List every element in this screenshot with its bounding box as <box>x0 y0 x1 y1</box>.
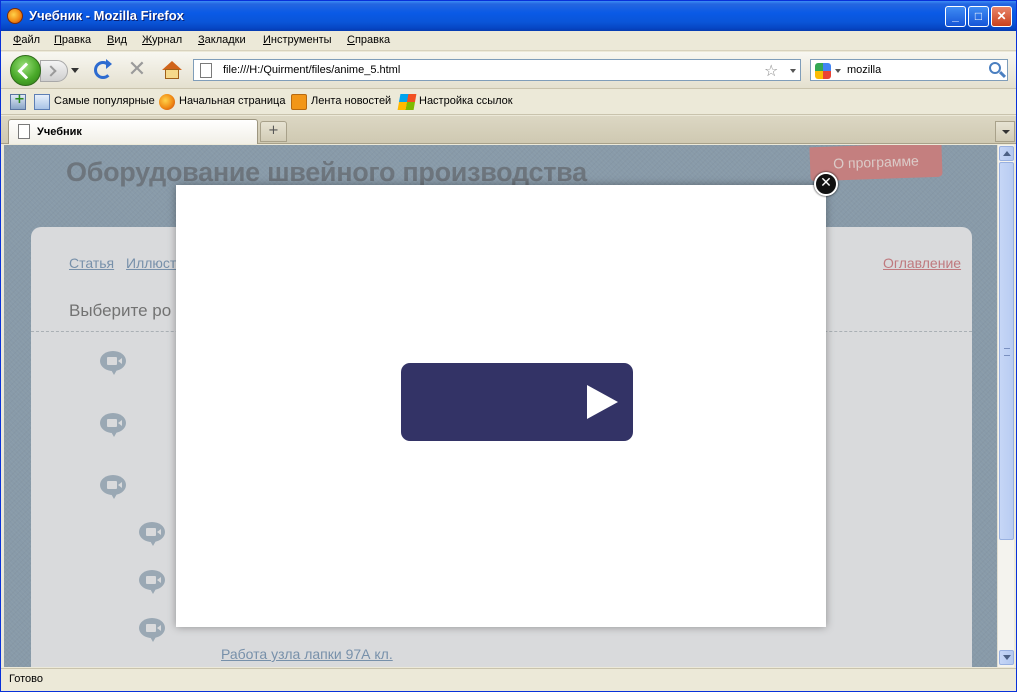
play-icon <box>587 385 618 419</box>
google-icon[interactable] <box>815 63 831 79</box>
bookmark-start-page[interactable]: Начальная страница <box>179 95 285 107</box>
scroll-thumb[interactable] <box>999 162 1014 540</box>
url-dropdown-icon[interactable] <box>790 69 796 73</box>
new-tab-button[interactable]: + <box>260 121 287 142</box>
search-bar[interactable]: mozilla <box>810 59 1008 81</box>
tab-active[interactable]: Учебник <box>8 119 258 144</box>
search-input[interactable]: mozilla <box>847 64 881 76</box>
navigation-toolbar: ✕ file:///H:/Quirment/files/anime_5.html… <box>1 52 1016 89</box>
page-viewport: Оборудование швейного производства О про… <box>4 145 997 667</box>
title-bar: Учебник - Mozilla Firefox _ □ ✕ <box>1 1 1016 31</box>
menu-view[interactable]: Вид <box>107 34 127 46</box>
forward-button[interactable] <box>40 60 68 82</box>
rss-icon <box>291 94 307 110</box>
bookmark-star-icon[interactable]: ☆ <box>764 61 778 80</box>
menu-help[interactable]: Справка <box>347 34 390 46</box>
url-text[interactable]: file:///H:/Quirment/files/anime_5.html <box>223 64 400 76</box>
vertical-scrollbar[interactable] <box>997 145 1014 667</box>
windows-icon <box>397 94 417 110</box>
menu-tools[interactable]: Инструменты <box>263 34 332 46</box>
scroll-up-button[interactable] <box>999 146 1014 161</box>
back-button[interactable] <box>10 55 41 86</box>
menu-edit[interactable]: Правка <box>54 34 91 46</box>
minimize-button[interactable]: _ <box>945 6 966 27</box>
history-dropdown-icon[interactable] <box>71 68 79 73</box>
bookmark-customize-links[interactable]: Настройка ссылок <box>419 95 513 107</box>
page-icon <box>200 63 212 78</box>
bookmarks-toolbar: Самые популярные Начальная страница Лент… <box>1 90 1016 115</box>
window-title: Учебник - Mozilla Firefox <box>29 8 184 23</box>
reload-icon[interactable] <box>94 61 112 79</box>
stop-icon[interactable]: ✕ <box>127 59 147 81</box>
home-icon[interactable] <box>162 61 182 79</box>
modal-overlay[interactable]: ✕ <box>4 145 997 667</box>
bookmark-most-visited[interactable]: Самые популярные <box>54 95 155 107</box>
maximize-button[interactable]: □ <box>968 6 989 27</box>
tab-label: Учебник <box>37 126 82 138</box>
close-window-button[interactable]: ✕ <box>991 6 1012 27</box>
page-icon <box>18 124 30 139</box>
status-bar: Готово <box>1 668 1016 691</box>
video-modal <box>176 185 826 627</box>
status-text: Готово <box>9 673 43 685</box>
tab-list-button[interactable] <box>995 121 1015 142</box>
menu-file[interactable]: Файл <box>13 34 40 46</box>
engine-dropdown-icon[interactable] <box>835 69 841 73</box>
firefox-icon <box>159 94 175 110</box>
search-icon[interactable] <box>989 62 1001 74</box>
tab-strip: Учебник + <box>1 116 1016 144</box>
browser-window: Учебник - Mozilla Firefox _ □ ✕ Файл Пра… <box>0 0 1017 692</box>
menu-bookmarks[interactable]: Закладки <box>198 34 246 46</box>
add-bookmark-icon[interactable] <box>10 92 26 110</box>
play-button[interactable] <box>401 363 633 441</box>
most-visited-icon <box>34 94 50 110</box>
firefox-icon <box>7 8 23 24</box>
modal-close-button[interactable]: ✕ <box>814 172 838 196</box>
menu-history[interactable]: Журнал <box>142 34 182 46</box>
menu-bar: Файл Правка Вид Журнал Закладки Инструме… <box>1 31 1016 51</box>
bookmark-news-feed[interactable]: Лента новостей <box>311 95 391 107</box>
scroll-down-button[interactable] <box>999 650 1014 665</box>
address-bar[interactable]: file:///H:/Quirment/files/anime_5.html ☆ <box>193 59 801 81</box>
